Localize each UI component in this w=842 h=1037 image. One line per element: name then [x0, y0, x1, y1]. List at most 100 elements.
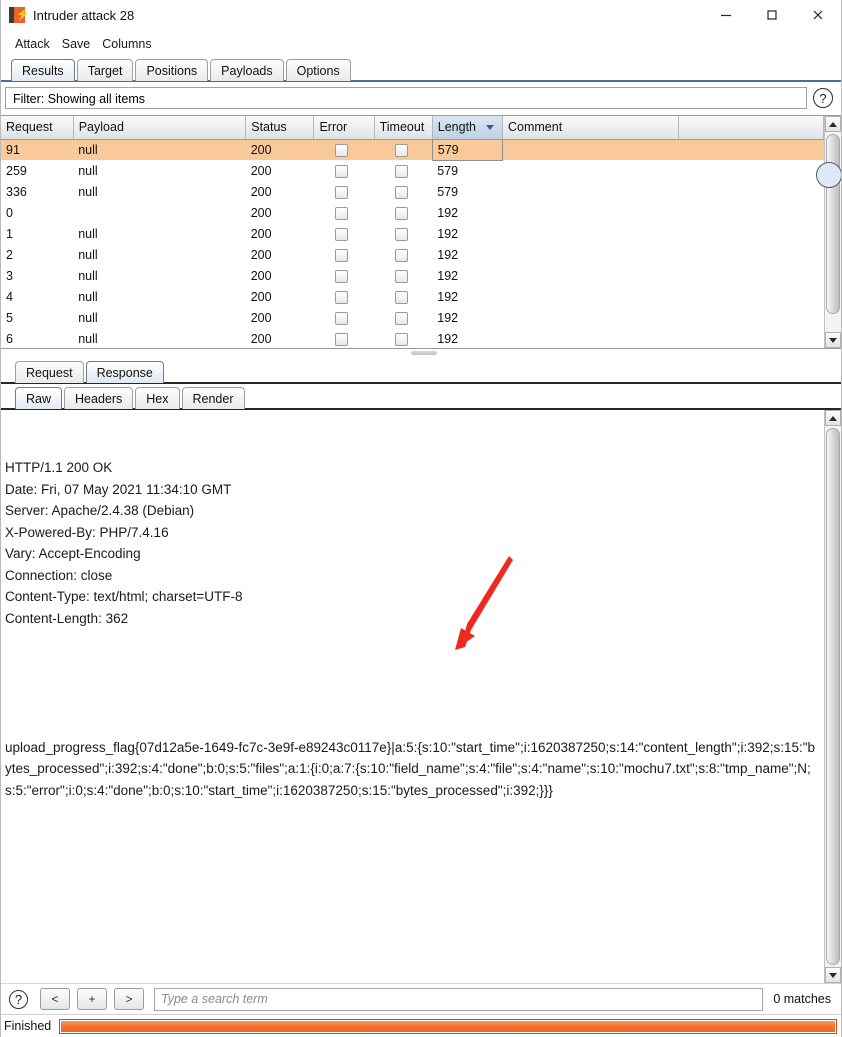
- cell-error: [314, 223, 374, 244]
- results-table-header-row: Request Payload Status Error Timeout Len…: [1, 116, 824, 140]
- tab-target[interactable]: Target: [76, 59, 134, 81]
- tab-response[interactable]: Response: [85, 361, 164, 383]
- menu-item-columns[interactable]: Columns: [96, 35, 157, 53]
- tab-results[interactable]: Results: [11, 59, 75, 81]
- timeout-checkbox[interactable]: [395, 164, 409, 178]
- cell-status: 200: [250, 289, 272, 304]
- cell-comment[interactable]: [502, 160, 678, 181]
- tab-options[interactable]: Options: [285, 59, 351, 81]
- results-vertical-scrollbar[interactable]: [816, 116, 841, 348]
- search-input[interactable]: Type a search term: [154, 987, 764, 1011]
- scroll-down-icon[interactable]: [825, 967, 841, 983]
- search-prev-button[interactable]: <: [40, 988, 70, 1010]
- cell-error: [314, 181, 374, 202]
- filter-bar[interactable]: Filter: Showing all items: [5, 87, 807, 109]
- column-header-length[interactable]: Length: [432, 116, 503, 140]
- table-row[interactable]: 336 null 200 579: [1, 181, 824, 202]
- menu-bar: Attack Save Columns: [1, 31, 841, 56]
- timeout-checkbox[interactable]: [395, 332, 409, 346]
- cell-comment[interactable]: [502, 307, 678, 328]
- timeout-checkbox[interactable]: [395, 227, 409, 241]
- cell-status: 200: [250, 226, 272, 241]
- error-checkbox[interactable]: [334, 290, 348, 304]
- scrollbar-thumb[interactable]: [826, 428, 840, 965]
- cell-timeout: [374, 244, 432, 265]
- timeout-checkbox[interactable]: [395, 290, 409, 304]
- scrollbar-thumb[interactable]: [826, 134, 840, 314]
- timeout-checkbox[interactable]: [395, 248, 409, 262]
- table-row[interactable]: 5 null 200 192: [1, 307, 824, 328]
- cell-error: [314, 265, 374, 286]
- response-text[interactable]: HTTP/1.1 200 OK Date: Fri, 07 May 2021 1…: [1, 410, 824, 983]
- error-checkbox[interactable]: [334, 311, 348, 325]
- cell-comment[interactable]: [502, 202, 678, 223]
- scroll-up-icon[interactable]: [825, 410, 841, 426]
- timeout-checkbox[interactable]: [395, 269, 409, 283]
- tab-raw[interactable]: Raw: [15, 387, 63, 409]
- cell-comment[interactable]: [502, 244, 678, 265]
- scrollbar-track[interactable]: [825, 426, 841, 967]
- panel-splitter[interactable]: [1, 349, 841, 359]
- scroll-up-icon[interactable]: [825, 116, 841, 132]
- timeout-checkbox[interactable]: [395, 185, 409, 199]
- table-row[interactable]: 1 null 200 192: [1, 223, 824, 244]
- cell-request: 4: [6, 289, 13, 304]
- error-checkbox[interactable]: [334, 248, 348, 262]
- search-next-button[interactable]: >: [114, 988, 144, 1010]
- cell-comment[interactable]: [502, 328, 678, 348]
- scroll-down-icon[interactable]: [825, 332, 841, 348]
- error-checkbox[interactable]: [334, 143, 348, 157]
- table-row[interactable]: 2 null 200 192: [1, 244, 824, 265]
- cell-comment[interactable]: [502, 223, 678, 244]
- error-checkbox[interactable]: [334, 164, 348, 178]
- menu-item-attack[interactable]: Attack: [9, 35, 56, 53]
- cell-comment[interactable]: [502, 265, 678, 286]
- tab-render[interactable]: Render: [181, 387, 245, 409]
- timeout-checkbox[interactable]: [395, 311, 409, 325]
- table-row[interactable]: 3 null 200 192: [1, 265, 824, 286]
- table-row[interactable]: 0 200 192: [1, 202, 824, 223]
- cell-comment[interactable]: [502, 286, 678, 307]
- table-row[interactable]: 91 null 200 579: [1, 138, 824, 161]
- search-add-button[interactable]: +: [77, 988, 107, 1010]
- timeout-checkbox[interactable]: [395, 143, 409, 157]
- cell-request: 91: [1, 139, 74, 160]
- cell-status: 200: [250, 268, 272, 283]
- attack-progress-fill: [61, 1020, 835, 1032]
- table-row[interactable]: 4 null 200 192: [1, 286, 824, 307]
- tab-hex[interactable]: Hex: [135, 387, 180, 409]
- splitter-grip[interactable]: [411, 351, 437, 355]
- tab-positions[interactable]: Positions: [135, 59, 209, 81]
- close-icon[interactable]: [795, 0, 841, 30]
- error-checkbox[interactable]: [334, 227, 348, 241]
- table-row[interactable]: 6 null 200 192: [1, 328, 824, 348]
- minimize-icon[interactable]: [703, 0, 749, 30]
- error-checkbox[interactable]: [334, 332, 348, 346]
- search-help-icon[interactable]: ?: [9, 989, 28, 1009]
- scrollbar-track[interactable]: [816, 132, 841, 332]
- error-checkbox[interactable]: [334, 185, 348, 199]
- column-header-request[interactable]: Request: [1, 116, 74, 140]
- column-header-status[interactable]: Status: [245, 116, 315, 140]
- response-vertical-scrollbar[interactable]: [824, 410, 841, 983]
- timeout-checkbox[interactable]: [395, 206, 409, 220]
- help-icon[interactable]: ?: [813, 88, 833, 108]
- tab-headers[interactable]: Headers: [64, 387, 134, 409]
- error-checkbox[interactable]: [334, 269, 348, 283]
- column-header-timeout[interactable]: Timeout: [374, 116, 433, 140]
- column-header-comment[interactable]: Comment: [502, 116, 679, 140]
- column-header-error[interactable]: Error: [313, 116, 375, 140]
- cell-error: [314, 244, 374, 265]
- column-header-payload[interactable]: Payload: [73, 116, 247, 140]
- cell-filler: [678, 160, 824, 181]
- error-checkbox[interactable]: [334, 206, 348, 220]
- cell-length: 192: [437, 205, 459, 220]
- cell-comment[interactable]: [502, 139, 679, 160]
- cell-comment[interactable]: [502, 181, 678, 202]
- tab-payloads[interactable]: Payloads: [210, 59, 284, 81]
- menu-item-save[interactable]: Save: [56, 35, 97, 53]
- table-row[interactable]: 259 null 200 579: [1, 160, 824, 181]
- tab-request[interactable]: Request: [15, 361, 84, 383]
- cell-payload: null: [78, 226, 98, 241]
- maximize-icon[interactable]: [749, 0, 795, 30]
